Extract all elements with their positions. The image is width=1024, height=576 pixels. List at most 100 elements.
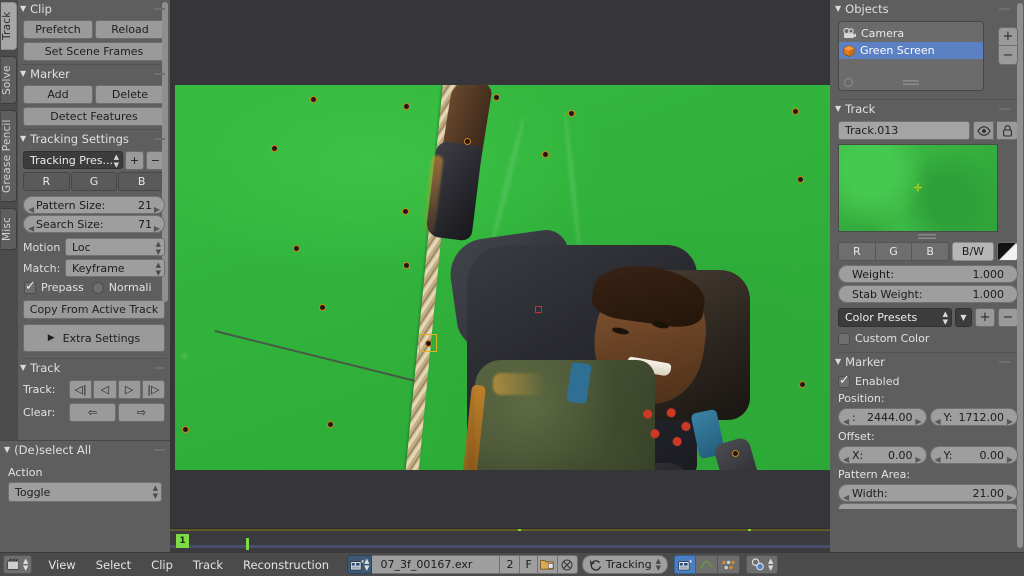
tracking-marker[interactable]: [310, 96, 317, 103]
marker-enabled-checkbox[interactable]: [838, 373, 850, 388]
track-channel-b-toggle[interactable]: B: [912, 242, 950, 261]
tracking-marker[interactable]: [493, 94, 500, 101]
left-panel-scrollbar[interactable]: [162, 2, 168, 302]
sidebar-tab-track[interactable]: Track: [1, 2, 17, 50]
prefetch-button[interactable]: Prefetch: [23, 20, 93, 39]
add-marker-button[interactable]: Add: [23, 85, 93, 104]
action-dropdown[interactable]: Toggle ▲ ▼: [8, 482, 162, 502]
match-dropdown[interactable]: Keyframe ▲ ▼: [65, 259, 165, 277]
graph-view-icon[interactable]: [695, 555, 718, 574]
track-backwards-to-start-button[interactable]: ◁|: [69, 380, 93, 399]
search-size-field[interactable]: ◀ Search Size: 71 ▶: [23, 215, 165, 233]
increment-arrow-icon[interactable]: ▶: [915, 451, 921, 463]
increment-arrow-icon[interactable]: ▶: [1007, 489, 1013, 501]
decrement-arrow-icon[interactable]: ◀: [935, 413, 941, 425]
track-backwards-button[interactable]: ◁: [93, 380, 117, 399]
menu-clip[interactable]: Clip: [141, 555, 183, 575]
increment-arrow-icon[interactable]: ▶: [1007, 413, 1013, 425]
panel-header-clip[interactable]: ▼ Clip: [18, 0, 170, 17]
folder-icon[interactable]: [537, 555, 558, 574]
x-icon[interactable]: [557, 555, 578, 574]
tracking-marker-muted[interactable]: [535, 306, 542, 313]
tracking-marker[interactable]: [568, 110, 575, 117]
timeline-current-frame-indicator[interactable]: 1: [176, 534, 189, 548]
track-bw-toggle[interactable]: B/W: [952, 242, 994, 261]
color-presets-menu-button[interactable]: ▼: [955, 308, 972, 327]
tracking-marker[interactable]: [799, 381, 806, 388]
sidebar-tab-misc[interactable]: Misc: [1, 208, 17, 250]
timeline-keyframe[interactable]: [246, 538, 249, 550]
channel-r-toggle[interactable]: R: [23, 172, 70, 191]
eye-icon[interactable]: [973, 121, 994, 140]
increment-arrow-icon[interactable]: ▶: [915, 413, 921, 425]
object-row-green-screen[interactable]: Green Screen: [839, 42, 983, 59]
tracking-marker[interactable]: [403, 262, 410, 269]
pattern-height-field-clipped[interactable]: [838, 503, 1018, 509]
remove-object-button[interactable]: −: [998, 46, 1018, 65]
add-object-small-icon[interactable]: [844, 78, 853, 87]
clip-editor-mode-dropdown[interactable]: Tracking ▲ ▼: [581, 555, 668, 574]
offset-x-field[interactable]: ◀ X: 0.00 ▶: [838, 446, 927, 464]
motion-model-dropdown[interactable]: Loc ▲ ▼: [65, 238, 165, 256]
tracking-marker[interactable]: [293, 245, 300, 252]
track-forwards-to-end-button[interactable]: |▷: [141, 380, 165, 399]
clip-view-icon[interactable]: [673, 555, 696, 574]
decrement-arrow-icon[interactable]: ◀: [843, 489, 849, 501]
objects-list[interactable]: Camera Green Screen: [838, 21, 984, 91]
pattern-size-field[interactable]: ◀ Pattern Size: 21 ▶: [23, 196, 165, 214]
track-pattern-preview[interactable]: ✛: [838, 144, 998, 232]
panel-header-marker[interactable]: ▼ Marker: [18, 65, 170, 82]
decrement-arrow-icon[interactable]: ◀: [935, 451, 941, 463]
tracking-marker[interactable]: [402, 208, 409, 215]
decrement-arrow-icon[interactable]: ◀: [843, 451, 849, 463]
panel-header-track-right[interactable]: ▼ Track: [830, 100, 1024, 117]
menu-track[interactable]: Track: [183, 555, 233, 575]
custom-color-checkbox[interactable]: [838, 332, 850, 345]
color-presets-dropdown[interactable]: Color Presets ▲ ▼: [838, 308, 952, 327]
stab-weight-field[interactable]: Stab Weight: 1.000: [838, 285, 1018, 303]
tracking-marker[interactable]: [464, 138, 471, 145]
track-name-input[interactable]: Track.013: [838, 121, 970, 140]
sidebar-tab-grease-pencil[interactable]: Grease Pencil: [1, 110, 17, 202]
prepass-checkbox[interactable]: [24, 279, 36, 294]
menu-select[interactable]: Select: [86, 555, 141, 575]
clip-timeline[interactable]: 1: [170, 528, 830, 552]
extra-settings-expander[interactable]: ▶ Extra Settings: [23, 324, 165, 352]
lock-icon[interactable]: [997, 121, 1018, 140]
increment-arrow-icon[interactable]: ▶: [154, 220, 160, 237]
clear-before-button[interactable]: ⇦: [69, 403, 116, 422]
tracking-marker[interactable]: [792, 108, 799, 115]
set-scene-frames-button[interactable]: Set Scene Frames: [23, 42, 165, 61]
reload-button[interactable]: Reload: [95, 20, 165, 39]
delete-marker-button[interactable]: Delete: [95, 85, 165, 104]
channel-g-toggle[interactable]: G: [70, 172, 118, 191]
position-y-field[interactable]: ◀ Y: 1712.00 ▶: [929, 408, 1018, 426]
tracking-marker-selected[interactable]: [419, 334, 437, 352]
tracking-marker[interactable]: [271, 145, 278, 152]
dopesheet-view-icon[interactable]: [717, 555, 740, 574]
grayscale-ramp-icon[interactable]: [997, 242, 1018, 261]
clip-viewport[interactable]: 1: [170, 0, 830, 552]
channel-b-toggle[interactable]: B: [118, 172, 166, 191]
decrement-arrow-icon[interactable]: ◀: [843, 413, 849, 425]
track-forwards-button[interactable]: ▷: [117, 380, 141, 399]
tracking-marker[interactable]: [319, 304, 326, 311]
clip-fake-user-toggle[interactable]: F: [520, 555, 538, 574]
add-color-preset-button[interactable]: +: [975, 308, 995, 327]
sidebar-tab-solve[interactable]: Solve: [1, 56, 17, 104]
copy-from-active-track-button[interactable]: Copy From Active Track: [23, 300, 165, 319]
tracking-marker[interactable]: [797, 176, 804, 183]
panel-header-tracking-settings[interactable]: ▼ Tracking Settings: [18, 130, 170, 147]
editor-type-selector[interactable]: ▲ ▼: [3, 555, 33, 574]
decrement-arrow-icon[interactable]: ◀: [28, 220, 34, 237]
remove-color-preset-button[interactable]: −: [998, 308, 1018, 327]
track-channel-r-toggle[interactable]: R: [838, 242, 876, 261]
clip-users-count[interactable]: 2: [500, 555, 521, 574]
tracking-marker[interactable]: [327, 421, 334, 428]
clip-name-field[interactable]: 07_3f_00167.exr: [372, 555, 501, 574]
detect-features-button[interactable]: Detect Features: [23, 107, 165, 126]
weight-field[interactable]: Weight: 1.000: [838, 265, 1018, 283]
object-row-camera[interactable]: Camera: [839, 25, 983, 42]
pivot-point-dropdown[interactable]: ▲ ▼: [745, 555, 779, 574]
offset-y-field[interactable]: ◀ Y: 0.00 ▶: [929, 446, 1018, 464]
